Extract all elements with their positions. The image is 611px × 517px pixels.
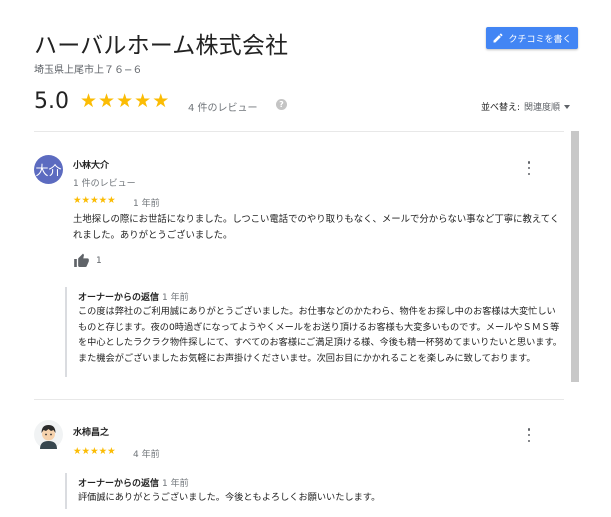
review-stars: ★ ★ ★ ★ ★ — [73, 447, 116, 457]
avatar[interactable]: 大介 — [34, 155, 63, 184]
sort-value: 関連度順 — [524, 103, 561, 113]
star-icon: ★ — [107, 195, 116, 206]
write-review-button[interactable]: クチコミを書く — [486, 27, 578, 49]
star-icon: ★ — [134, 90, 152, 112]
business-title: ハーバルホーム株式会社 — [34, 33, 289, 59]
owner-reply-label: オーナーからの返信 — [78, 479, 160, 489]
sort-label: 並べ替え: — [481, 103, 521, 113]
business-address: 埼玉県上尾市上７６−６ — [34, 65, 143, 76]
review-stars: ★ ★ ★ ★ ★ — [73, 196, 116, 206]
thumbs-up-icon — [74, 253, 89, 267]
owner-reply-header: オーナーからの返信 1 年前 — [78, 290, 189, 303]
star-icon: ★ — [81, 446, 91, 457]
star-icon: ★ — [98, 446, 108, 457]
star-icon: ★ — [98, 195, 108, 206]
reply-indicator — [65, 473, 67, 509]
like-button[interactable]: 1 — [73, 253, 102, 269]
star-icon: ★ — [73, 195, 82, 206]
sort-dropdown[interactable]: 並べ替え: 関連度順 — [481, 100, 571, 113]
reply-indicator — [65, 287, 67, 377]
star-icon: ★ — [107, 446, 116, 457]
star-icon: ★ — [98, 90, 116, 112]
reviewer-review-count: 1 件のレビュー — [73, 179, 136, 189]
star-icon: ★ — [73, 446, 82, 457]
star-icon: ★ — [81, 195, 91, 206]
owner-reply-time: 1 年前 — [162, 479, 189, 489]
more-options-icon[interactable] — [526, 161, 532, 175]
like-count: 1 — [96, 256, 102, 266]
star-icon: ★ — [90, 195, 99, 206]
help-icon[interactable]: ? — [276, 99, 287, 110]
review-count: 4 件のレビュー — [188, 103, 258, 114]
reviewer-name[interactable]: 水柿昌之 — [73, 425, 109, 438]
review-text: 土地探しの際にお世話になりました。しつこい電話でのやり取りもなく、メールで分から… — [73, 214, 560, 241]
owner-reply-label: オーナーからの返信 — [78, 293, 160, 303]
reviewer-name[interactable]: 小林大介 — [73, 158, 109, 171]
star-icon: ★ — [116, 90, 134, 112]
owner-reply-text: この度は弊社のご利用誠にありがとうございました。お仕事などのかたわら、物件をお探… — [78, 306, 562, 364]
average-stars: ★ ★ ★ ★ ★ — [80, 92, 169, 111]
star-icon: ★ — [90, 446, 99, 457]
average-rating: 5.0 — [34, 89, 69, 114]
more-options-icon[interactable] — [526, 428, 532, 442]
owner-reply-header: オーナーからの返信 1 年前 — [78, 476, 189, 489]
write-review-label: クチコミを書く — [508, 34, 572, 45]
review-time: 4 年前 — [133, 450, 160, 460]
review-time: 1 年前 — [133, 199, 160, 209]
review-divider — [34, 399, 564, 400]
star-icon: ★ — [80, 90, 98, 112]
owner-reply-time: 1 年前 — [162, 293, 189, 303]
person-avatar-icon[interactable] — [34, 420, 63, 449]
scrollbar-thumb[interactable] — [571, 131, 579, 382]
header-divider — [34, 131, 564, 132]
star-icon: ★ — [152, 90, 170, 112]
owner-reply-text: 評価誠にありがとうございました。今後ともよろしくお願いいたします。 — [78, 492, 381, 503]
pencil-icon — [493, 33, 503, 43]
chevron-down-icon — [564, 104, 571, 109]
